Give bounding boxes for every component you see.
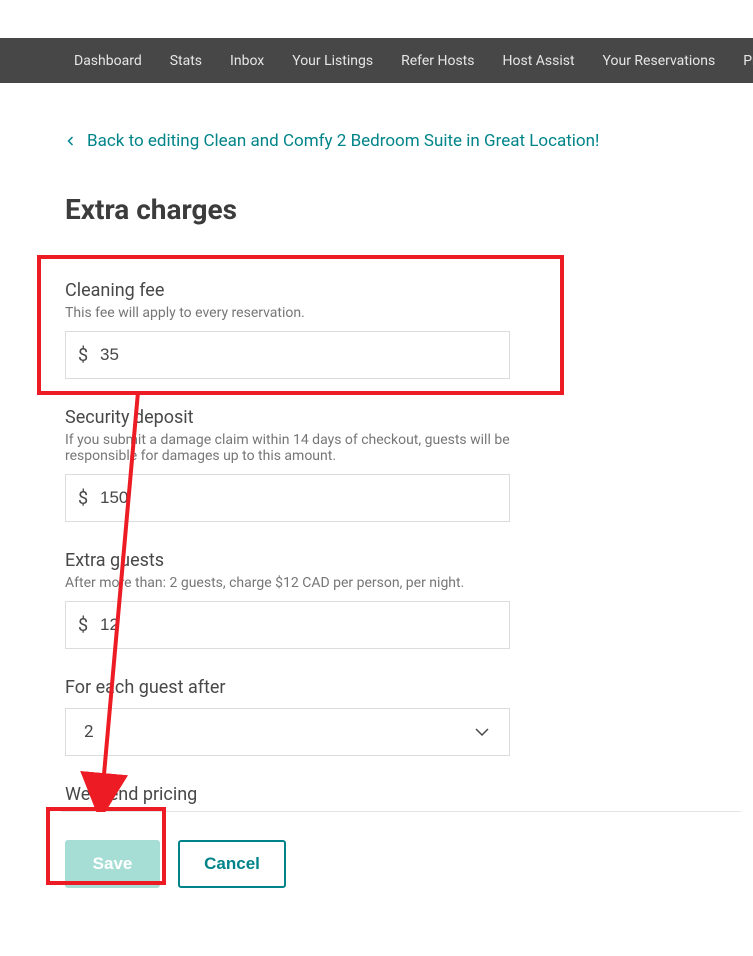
weekend-pricing-label: Weekend pricing	[65, 784, 510, 805]
security-deposit-help: If you submit a damage claim within 14 d…	[65, 432, 510, 464]
page-content: Back to editing Clean and Comfy 2 Bedroo…	[0, 83, 753, 928]
chevron-left-icon	[65, 135, 77, 147]
guest-after-select[interactable]: 2	[65, 708, 510, 756]
extra-guests-input[interactable]	[100, 602, 509, 648]
cleaning-fee-input[interactable]	[100, 332, 509, 378]
extra-guests-group: Extra guests After more than: 2 guests, …	[65, 550, 510, 649]
nav-refer-hosts[interactable]: Refer Hosts	[387, 53, 488, 69]
security-deposit-input-wrap[interactable]: $	[65, 474, 510, 522]
guest-after-label: For each guest after	[65, 677, 510, 698]
extra-guests-input-wrap[interactable]: $	[65, 601, 510, 649]
nav-profile[interactable]: Prof	[729, 53, 753, 69]
nav-your-listings[interactable]: Your Listings	[278, 53, 387, 69]
cleaning-fee-group: Cleaning fee This fee will apply to ever…	[65, 280, 510, 379]
security-deposit-input[interactable]	[100, 475, 509, 521]
page-title: Extra charges	[65, 193, 693, 226]
extra-guests-label: Extra guests	[65, 550, 510, 571]
extra-guests-help: After more than: 2 guests, charge $12 CA…	[65, 575, 510, 591]
save-button[interactable]: Save	[65, 840, 160, 888]
extra-charges-form: Cleaning fee This fee will apply to ever…	[65, 280, 510, 805]
section-divider	[61, 811, 741, 812]
nav-inbox[interactable]: Inbox	[216, 53, 278, 69]
guest-after-value: 2	[84, 722, 94, 742]
form-actions: Save Cancel	[65, 840, 693, 888]
currency-symbol: $	[66, 345, 100, 366]
cleaning-fee-label: Cleaning fee	[65, 280, 510, 301]
cleaning-fee-input-wrap[interactable]: $	[65, 331, 510, 379]
nav-your-reservations[interactable]: Your Reservations	[589, 53, 730, 69]
nav-host-assist[interactable]: Host Assist	[489, 53, 589, 69]
currency-symbol: $	[66, 488, 100, 509]
back-link[interactable]: Back to editing Clean and Comfy 2 Bedroo…	[65, 131, 693, 151]
chevron-down-icon	[473, 723, 491, 741]
cancel-button[interactable]: Cancel	[178, 840, 286, 888]
back-link-text: Back to editing Clean and Comfy 2 Bedroo…	[87, 131, 599, 151]
security-deposit-label: Security deposit	[65, 407, 510, 428]
top-navbar: Dashboard Stats Inbox Your Listings Refe…	[0, 38, 753, 83]
currency-symbol: $	[66, 615, 100, 636]
nav-stats[interactable]: Stats	[156, 53, 216, 69]
security-deposit-group: Security deposit If you submit a damage …	[65, 407, 510, 522]
cleaning-fee-help: This fee will apply to every reservation…	[65, 305, 510, 321]
nav-dashboard[interactable]: Dashboard	[60, 53, 156, 69]
